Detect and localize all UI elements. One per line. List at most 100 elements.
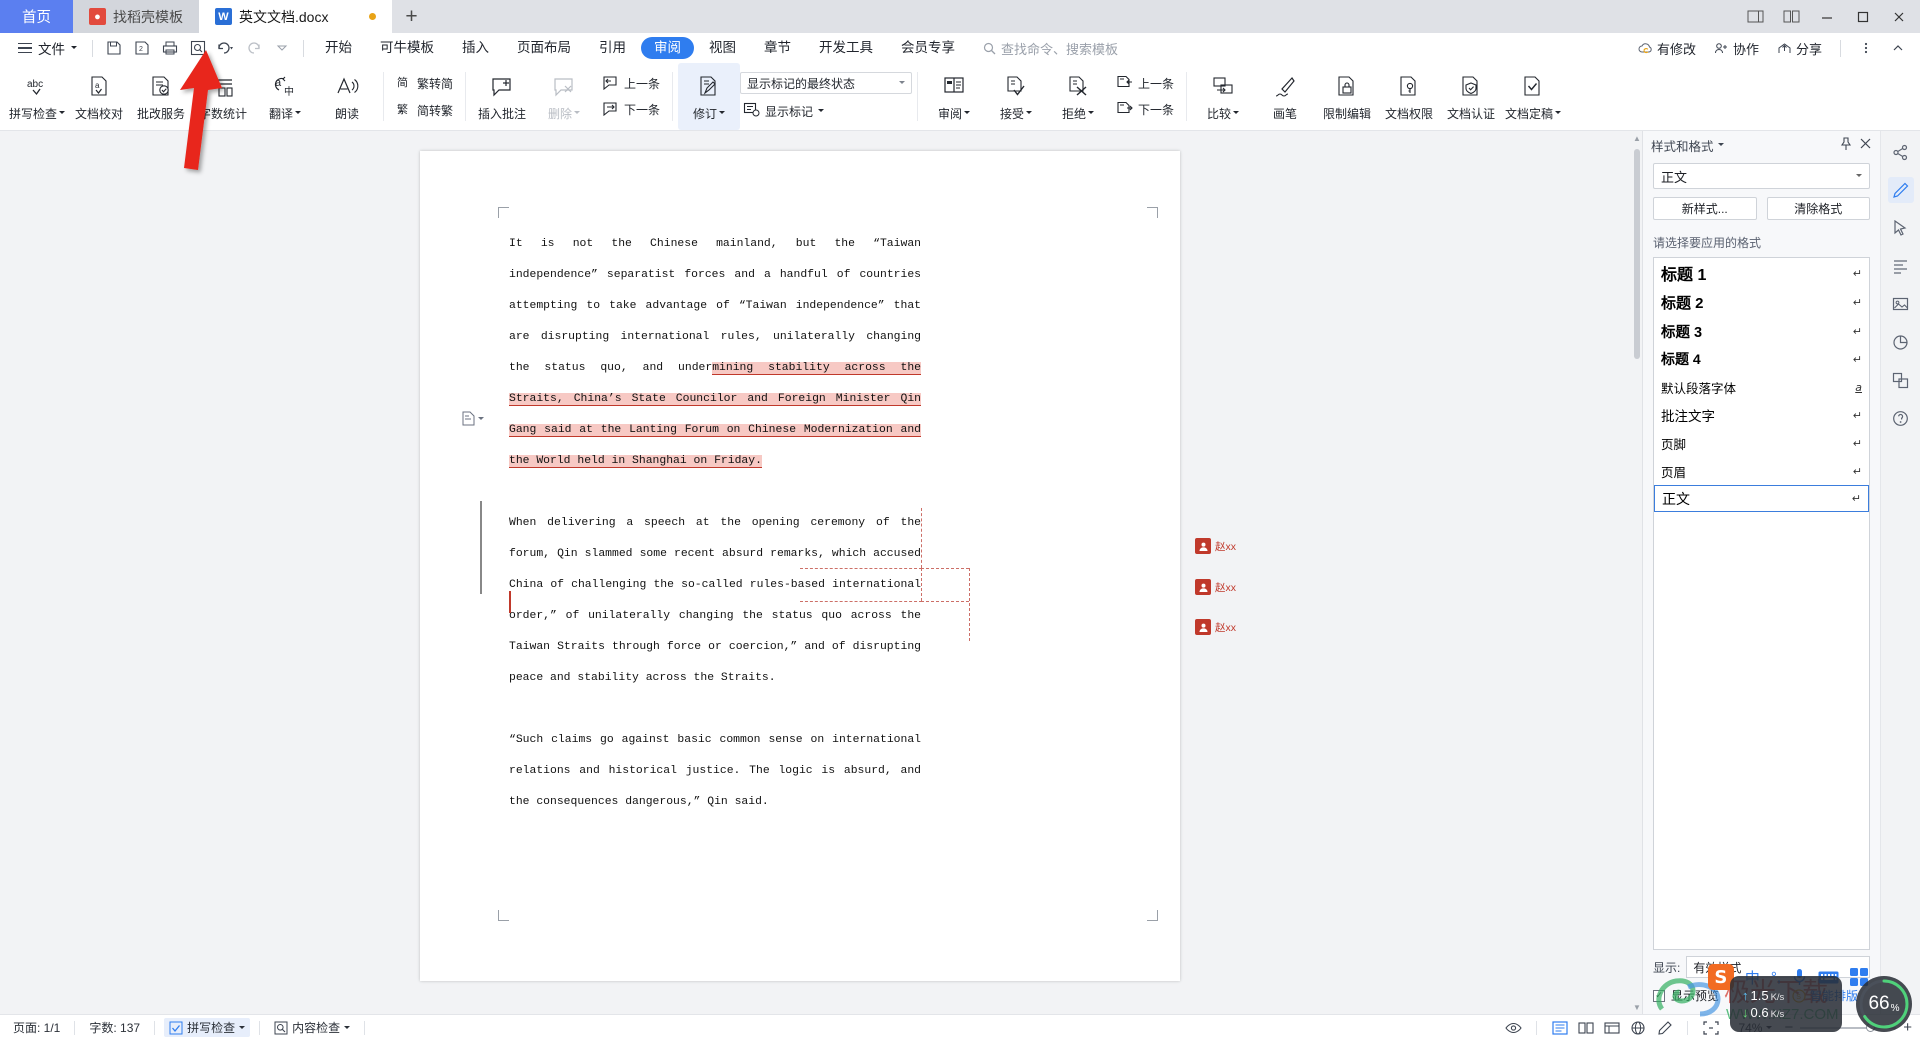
menu-tab-insert[interactable]: 插入 <box>449 37 502 59</box>
ribbon-button-proofread[interactable]: a 文档校对 <box>68 63 130 130</box>
maximize-icon[interactable] <box>1846 0 1880 33</box>
content-check-toggle[interactable]: 内容检查 <box>269 1018 355 1037</box>
eye-icon[interactable] <box>1501 1018 1525 1038</box>
minimize-icon[interactable] <box>1810 0 1844 33</box>
print-preview-icon[interactable] <box>184 35 212 61</box>
menu-tab-member[interactable]: 会员专享 <box>888 37 968 59</box>
ribbon-button-track-changes[interactable]: 修订 <box>678 63 741 130</box>
print-layout-icon[interactable] <box>1548 1018 1572 1038</box>
document-text[interactable]: It is not the Chinese mainland, but the … <box>509 229 921 818</box>
pin-icon[interactable] <box>1839 136 1853 154</box>
comment-marker[interactable]: 赵xx <box>1195 619 1236 635</box>
ribbon-button-next-comment[interactable]: 下一条 <box>599 100 663 120</box>
ribbon-button-doc-certify[interactable]: 文档认证 <box>1440 63 1502 130</box>
edit-pen-icon[interactable] <box>1887 177 1914 203</box>
ribbon-button-reviewing-pane[interactable]: 审阅 <box>923 63 985 130</box>
web-layout-icon[interactable] <box>1626 1018 1650 1038</box>
help-icon[interactable] <box>1888 405 1914 431</box>
ribbon-button-show-markup[interactable]: 显示标记 <box>740 101 912 121</box>
edit-mode-icon[interactable] <box>1652 1018 1676 1038</box>
ribbon-button-doc-finalize[interactable]: 文档定稿 <box>1502 63 1564 130</box>
style-item-default-paragraph-font[interactable]: 默认段落字体 a <box>1654 373 1869 401</box>
menu-tab-page-layout[interactable]: 页面布局 <box>504 37 584 59</box>
comment-anchor-icon[interactable] <box>462 411 484 426</box>
save-icon[interactable] <box>100 35 128 61</box>
share-doc-icon[interactable] <box>1888 139 1914 165</box>
ribbon-button-accept[interactable]: 接受 <box>985 63 1047 130</box>
ribbon-button-restrict-edit[interactable]: 限制编辑 <box>1316 63 1378 130</box>
ribbon-button-prev-comment[interactable]: 上一条 <box>599 74 663 94</box>
ribbon-button-prev-change[interactable]: 上一条 <box>1113 74 1177 94</box>
more-vertical-icon[interactable] <box>1852 35 1880 61</box>
screenshot-icon[interactable] <box>1888 367 1914 393</box>
paragraph-layout-icon[interactable] <box>1888 253 1914 279</box>
new-style-button[interactable]: 新样式... <box>1653 197 1757 220</box>
ribbon-button-spellcheck[interactable]: abc 拼写检查 <box>6 63 68 130</box>
undo-icon[interactable] <box>212 35 240 61</box>
scroll-down-arrow[interactable]: ▼ <box>1632 1000 1642 1014</box>
full-screen-read-icon[interactable] <box>1574 1018 1598 1038</box>
scrollbar-thumb[interactable] <box>1634 149 1640 359</box>
chevron-up-icon[interactable] <box>1884 35 1912 61</box>
vertical-scrollbar[interactable]: ▲ ▼ <box>1632 131 1642 1014</box>
file-menu-button[interactable]: 文件 <box>10 35 85 61</box>
document-tab-english-doc[interactable]: W 英文文档.docx <box>199 0 393 33</box>
comment-marker[interactable]: 赵xx <box>1195 579 1236 595</box>
ribbon-button-doc-permission[interactable]: 文档权限 <box>1378 63 1440 130</box>
ribbon-button-next-change[interactable]: 下一条 <box>1113 100 1177 120</box>
ribbon-button-brush[interactable]: 画笔 <box>1254 63 1316 130</box>
ribbon-button-reject[interactable]: 拒绝 <box>1047 63 1109 130</box>
share-button[interactable]: 分享 <box>1770 39 1829 58</box>
ribbon-button-simp-to-trad[interactable]: 繁 简转繁 <box>393 100 456 121</box>
ribbon-button-compare[interactable]: 比较 <box>1192 63 1254 130</box>
outline-icon[interactable] <box>1600 1018 1624 1038</box>
close-icon[interactable] <box>1882 0 1916 33</box>
ribbon-button-word-count[interactable]: 字数统计 <box>192 63 254 130</box>
home-tab[interactable]: 首页 <box>0 0 73 33</box>
scroll-up-arrow[interactable]: ▲ <box>1632 131 1642 145</box>
menu-tab-start[interactable]: 开始 <box>312 37 365 59</box>
document-tab-templates[interactable]: ● 找稻壳模板 <box>73 0 199 33</box>
menu-tab-templates[interactable]: 可牛模板 <box>367 37 447 59</box>
ribbon-button-delete-comment[interactable]: 删除 <box>533 63 595 130</box>
styles-panel-title-group[interactable]: 样式和格式 <box>1651 136 1833 155</box>
ribbon-button-correction-service[interactable]: 批改服务 <box>130 63 192 130</box>
close-icon[interactable] <box>1859 137 1872 153</box>
current-style-dropdown[interactable]: 正文 <box>1653 163 1870 189</box>
print-icon[interactable] <box>156 35 184 61</box>
cursor-select-icon[interactable] <box>1888 215 1914 241</box>
collaborate-button[interactable]: 协作 <box>1707 39 1766 58</box>
image-icon[interactable] <box>1888 291 1914 317</box>
spellcheck-toggle[interactable]: 拼写检查 <box>164 1018 251 1037</box>
menu-tab-section[interactable]: 章节 <box>751 37 804 59</box>
document-page[interactable]: It is not the Chinese mainland, but the … <box>420 151 1180 981</box>
style-item-body-text[interactable]: 正文 ↵ <box>1654 485 1869 512</box>
restore-layout-icon[interactable] <box>1738 0 1772 33</box>
focus-icon[interactable] <box>1699 1018 1723 1038</box>
cloud-status-button[interactable]: 有修改 <box>1631 39 1703 58</box>
document-canvas[interactable]: It is not the Chinese mainland, but the … <box>0 131 1642 1014</box>
page-indicator[interactable]: 页面: 1/1 <box>8 1018 65 1037</box>
ribbon-button-trad-to-simp[interactable]: 简 繁转简 <box>393 73 456 94</box>
style-item-heading2[interactable]: 标题 2 ↵ <box>1654 288 1869 317</box>
ribbon-button-translate[interactable]: a中 翻译 <box>254 63 316 130</box>
style-item-comment-text[interactable]: 批注文字 ↵ <box>1654 401 1869 429</box>
menu-tab-developer[interactable]: 开发工具 <box>806 37 886 59</box>
ribbon-button-insert-comment[interactable]: 插入批注 <box>471 63 533 130</box>
styles-list[interactable]: 标题 1 ↵ 标题 2 ↵ 标题 3 ↵ 标题 4 ↵ 默认段落字体 a 批注文… <box>1653 257 1870 950</box>
customize-icon[interactable] <box>268 35 296 61</box>
split-layout-icon[interactable] <box>1774 0 1808 33</box>
display-markup-state-dropdown[interactable]: 显示标记的最终状态 <box>740 72 913 94</box>
ribbon-button-read-aloud[interactable]: 朗读 <box>316 63 378 130</box>
style-item-header[interactable]: 页眉 ↵ <box>1654 457 1869 485</box>
new-tab-button[interactable]: + <box>392 0 431 33</box>
menu-tab-view[interactable]: 视图 <box>696 37 749 59</box>
menu-tab-review[interactable]: 审阅 <box>641 37 694 59</box>
style-item-heading3[interactable]: 标题 3 ↵ <box>1654 317 1869 345</box>
search-input[interactable]: 查找命令、搜索模板 <box>983 39 1118 58</box>
save-as-icon[interactable]: 2 <box>128 35 156 61</box>
comment-marker[interactable]: 赵xx <box>1195 538 1236 554</box>
clear-format-button[interactable]: 清除格式 <box>1766 197 1870 220</box>
style-item-heading4[interactable]: 标题 4 ↵ <box>1654 345 1869 373</box>
style-item-heading1[interactable]: 标题 1 ↵ <box>1654 258 1869 288</box>
